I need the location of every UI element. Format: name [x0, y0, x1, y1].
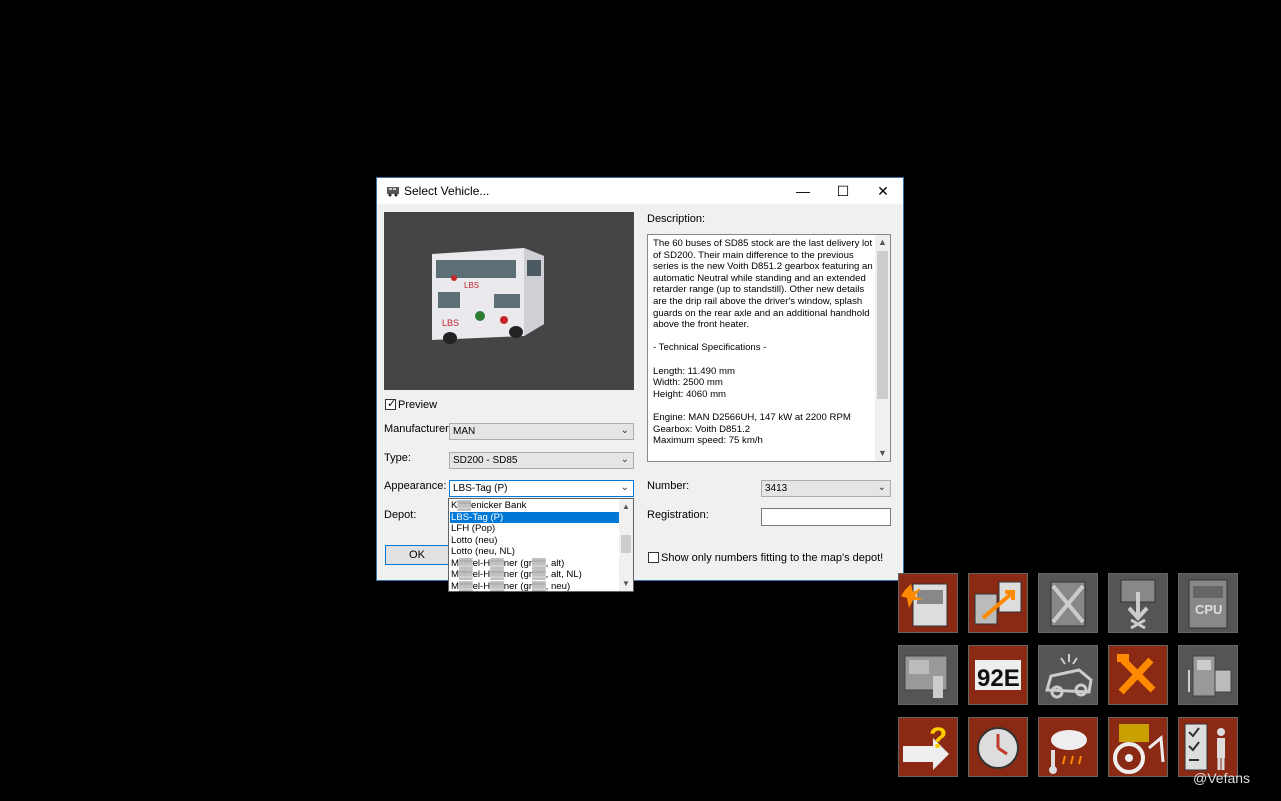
scroll-down-icon[interactable]: ▼ — [875, 446, 890, 461]
svg-text:?: ? — [929, 722, 947, 755]
scroll-thumb[interactable] — [877, 251, 888, 399]
ticket-printer-icon[interactable] — [898, 645, 958, 705]
checkmark-icon: ✓ — [387, 398, 397, 410]
show-only-checkbox[interactable] — [648, 552, 659, 563]
list-item[interactable]: K▒▒enicker Bank — [450, 500, 619, 512]
help-exit-icon[interactable]: ? — [898, 717, 958, 777]
bus-fire-icon[interactable] — [898, 573, 958, 633]
manufacturer-label: Manufacturer: — [384, 423, 452, 435]
scroll-thumb[interactable] — [621, 535, 631, 553]
bus-app-icon — [387, 187, 399, 197]
title-bar[interactable]: Select Vehicle... — ☐ ✕ — [377, 178, 903, 204]
registration-input[interactable] — [761, 508, 891, 526]
bus-remove-icon[interactable] — [1038, 573, 1098, 633]
svg-text:CPU: CPU — [1195, 602, 1222, 617]
show-only-label: Show only numbers fitting to the map's d… — [661, 552, 884, 564]
chevron-down-icon: ⌄ — [877, 482, 886, 493]
type-value: SD200 - SD85 — [453, 455, 518, 466]
maximize-button[interactable]: ☐ — [823, 178, 863, 204]
list-item[interactable]: Lotto (neu) — [450, 535, 619, 547]
type-select[interactable]: SD200 - SD85 ⌄ — [449, 452, 634, 469]
minimize-button[interactable]: — — [783, 178, 823, 204]
appearance-label: Appearance: — [384, 480, 447, 492]
steering-wheel-icon[interactable] — [1108, 717, 1168, 777]
chevron-down-icon: ⌄ — [620, 425, 629, 436]
repair-tools-icon[interactable] — [1108, 645, 1168, 705]
manufacturer-value: MAN — [453, 426, 476, 437]
scroll-up-icon[interactable]: ▲ — [875, 235, 890, 250]
timetable-clock-icon[interactable] — [968, 717, 1028, 777]
number-value: 3413 — [765, 483, 788, 494]
list-item[interactable]: Lotto (neu, NL) — [450, 546, 619, 558]
fuel-pump-icon[interactable] — [1178, 645, 1238, 705]
appearance-dropdown-list[interactable]: K▒▒enicker Bank LBS-Tag (P) LFH (Pop) Lo… — [448, 498, 634, 592]
list-item[interactable]: LFH (Pop) — [450, 523, 619, 535]
type-label: Type: — [384, 452, 411, 464]
chevron-down-icon: ⌄ — [620, 454, 629, 465]
bus-transfer-icon[interactable] — [968, 573, 1028, 633]
depot-label: Depot: — [384, 509, 417, 521]
description-textbox[interactable]: The 60 buses of SD85 stock are the last … — [647, 234, 891, 462]
dropdown-scrollbar[interactable]: ▲ ▼ — [619, 499, 633, 591]
close-button[interactable]: ✕ — [863, 178, 903, 204]
manufacturer-select[interactable]: MAN ⌄ — [449, 423, 634, 440]
list-item[interactable]: M▒▒el-H▒▒ner (gr▒▒, neu) — [450, 581, 619, 593]
preview-checkbox[interactable]: ✓ — [385, 398, 397, 410]
bus-cpu-icon[interactable]: CPU — [1178, 573, 1238, 633]
weather-icon[interactable] — [1038, 717, 1098, 777]
preview-label: Preview — [398, 399, 438, 411]
svg-text:LBS: LBS — [442, 318, 459, 328]
double-decker-bus-image: LBS LBS — [432, 248, 544, 344]
description-label: Description: — [647, 213, 706, 225]
route-number-icon[interactable]: 92E — [968, 645, 1028, 705]
description-text: The 60 buses of SD85 stock are the last … — [653, 238, 873, 447]
list-item-selected[interactable]: LBS-Tag (P) — [450, 511, 619, 523]
chevron-down-icon: ⌄ — [620, 482, 629, 493]
watermark: @Vefans — [1193, 770, 1251, 786]
checklist-elevator-icon[interactable] — [1178, 717, 1238, 777]
svg-text:LBS: LBS — [464, 281, 479, 290]
number-select[interactable]: 3413 ⌄ — [761, 480, 891, 497]
appearance-select[interactable]: LBS-Tag (P) ⌄ — [449, 480, 634, 497]
window-title: Select Vehicle... — [404, 184, 490, 198]
registration-label: Registration: — [647, 509, 709, 521]
bus-download-icon[interactable] — [1108, 573, 1168, 633]
list-item[interactable]: M▒▒el-H▒▒ner (gr▒▒, alt) — [450, 558, 619, 570]
number-label: Number: — [647, 480, 690, 492]
ok-button[interactable]: OK — [385, 545, 449, 565]
scroll-up-icon[interactable]: ▲ — [619, 499, 633, 514]
description-scrollbar[interactable]: ▲ ▼ — [875, 235, 890, 461]
appearance-value: LBS-Tag (P) — [453, 483, 508, 494]
scroll-down-icon[interactable]: ▼ — [619, 576, 633, 591]
car-accident-icon[interactable] — [1038, 645, 1098, 705]
vehicle-preview: LBS LBS — [384, 212, 634, 390]
list-item[interactable]: M▒▒el-H▒▒ner (gr▒▒, alt, NL) — [450, 569, 619, 581]
route-number-text: 92E — [977, 665, 1020, 692]
